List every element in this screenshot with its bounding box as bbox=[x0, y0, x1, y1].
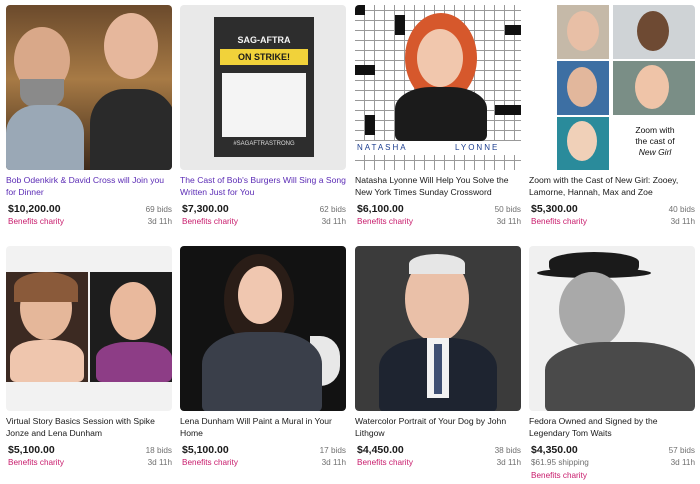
listing-bids: 17 bids bbox=[319, 446, 346, 455]
listing-card[interactable]: Virtual Story Basics Session with Spike … bbox=[6, 246, 174, 471]
listing-title[interactable]: Natasha Lyonne Will Help You Solve the N… bbox=[355, 174, 523, 198]
listing-price: $4,350.00 bbox=[531, 444, 578, 456]
listing-card[interactable]: Watercolor Portrait of Your Dog by John … bbox=[355, 246, 523, 471]
time-left: 3d 11h bbox=[147, 458, 172, 467]
listing-bids: 69 bids bbox=[145, 205, 172, 214]
poster-hashtag: #SAGAFTRASTRONG bbox=[233, 141, 295, 147]
time-left: 3d 11h bbox=[496, 217, 521, 226]
listing-price: $6,100.00 bbox=[357, 203, 404, 215]
listing-title[interactable]: Lena Dunham Will Paint a Mural in Your H… bbox=[180, 415, 348, 439]
charity-badge: Benefits charity bbox=[531, 217, 587, 226]
listing-image[interactable] bbox=[6, 5, 172, 170]
poster-line2: ON STRIKE! bbox=[237, 52, 290, 62]
charity-badge: Benefits charity bbox=[357, 217, 413, 226]
listing-grid: Bob Odenkirk & David Cross will Join you… bbox=[0, 0, 700, 484]
charity-badge: Benefits charity bbox=[357, 458, 413, 467]
charity-badge: Benefits charity bbox=[8, 458, 64, 467]
listing-title[interactable]: Virtual Story Basics Session with Spike … bbox=[6, 415, 174, 439]
listing-price: $5,300.00 bbox=[531, 203, 578, 215]
poster-line1: SAG-AFTRA bbox=[237, 35, 291, 45]
listing-image[interactable] bbox=[529, 246, 695, 411]
listing-card[interactable]: SAG-AFTRA ON STRIKE! #SAGAFTRASTRONG The… bbox=[180, 5, 348, 230]
crossword-word-right: LYONNE bbox=[455, 143, 500, 152]
listing-title[interactable]: The Cast of Bob's Burgers Will Sing a So… bbox=[180, 174, 348, 198]
listing-bids: 50 bids bbox=[494, 205, 521, 214]
zoom-line1: Zoom with bbox=[635, 125, 675, 135]
time-left: 3d 11h bbox=[147, 217, 172, 226]
listing-image[interactable]: Zoom with the cast of New Girl bbox=[529, 5, 695, 170]
listing-bids: 57 bids bbox=[668, 446, 695, 455]
listing-title[interactable]: Bob Odenkirk & David Cross will Join you… bbox=[6, 174, 174, 198]
listing-price: $4,450.00 bbox=[357, 444, 404, 456]
time-left: 3d 11h bbox=[670, 458, 695, 467]
listing-card[interactable]: Lena Dunham Will Paint a Mural in Your H… bbox=[180, 246, 348, 471]
listing-card[interactable]: Bob Odenkirk & David Cross will Join you… bbox=[6, 5, 174, 230]
listing-bids: 62 bids bbox=[319, 205, 346, 214]
listing-price: $5,100.00 bbox=[182, 444, 229, 456]
listing-price: $10,200.00 bbox=[8, 203, 61, 215]
listing-card[interactable]: NATASHA LYONNE Natasha Lyonne Will Help … bbox=[355, 5, 523, 230]
time-left: 3d 11h bbox=[321, 458, 346, 467]
time-left: 3d 11h bbox=[321, 217, 346, 226]
charity-badge: Benefits charity bbox=[182, 217, 238, 226]
time-left: 3d 11h bbox=[496, 458, 521, 467]
listing-bids: 40 bids bbox=[668, 205, 695, 214]
listing-bids: 18 bids bbox=[145, 446, 172, 455]
listing-image[interactable] bbox=[180, 246, 346, 411]
listing-image[interactable]: NATASHA LYONNE bbox=[355, 5, 521, 170]
listing-title[interactable]: Fedora Owned and Signed by the Legendary… bbox=[529, 415, 697, 439]
zoom-line3: New Girl bbox=[638, 147, 672, 157]
listing-title[interactable]: Zoom with the Cast of New Girl: Zooey, L… bbox=[529, 174, 697, 198]
listing-image[interactable] bbox=[6, 246, 172, 411]
listing-image[interactable] bbox=[355, 246, 521, 411]
charity-badge: Benefits charity bbox=[182, 458, 238, 467]
shipping-cost: $61.95 shipping bbox=[531, 458, 589, 467]
listing-card[interactable]: Zoom with the cast of New Girl Zoom with… bbox=[529, 5, 697, 230]
listing-title[interactable]: Watercolor Portrait of Your Dog by John … bbox=[355, 415, 523, 439]
listing-price: $5,100.00 bbox=[8, 444, 55, 456]
charity-badge: Benefits charity bbox=[8, 217, 64, 226]
listing-image[interactable]: SAG-AFTRA ON STRIKE! #SAGAFTRASTRONG bbox=[180, 5, 346, 170]
poster-illustration bbox=[222, 73, 306, 137]
listing-bids: 38 bids bbox=[494, 446, 521, 455]
time-left: 3d 11h bbox=[670, 217, 695, 226]
charity-badge: Benefits charity bbox=[531, 471, 587, 480]
listing-price: $7,300.00 bbox=[182, 203, 229, 215]
crossword-word-left: NATASHA bbox=[357, 143, 408, 152]
zoom-line2: the cast of bbox=[635, 136, 675, 146]
listing-card[interactable]: Fedora Owned and Signed by the Legendary… bbox=[529, 246, 697, 484]
